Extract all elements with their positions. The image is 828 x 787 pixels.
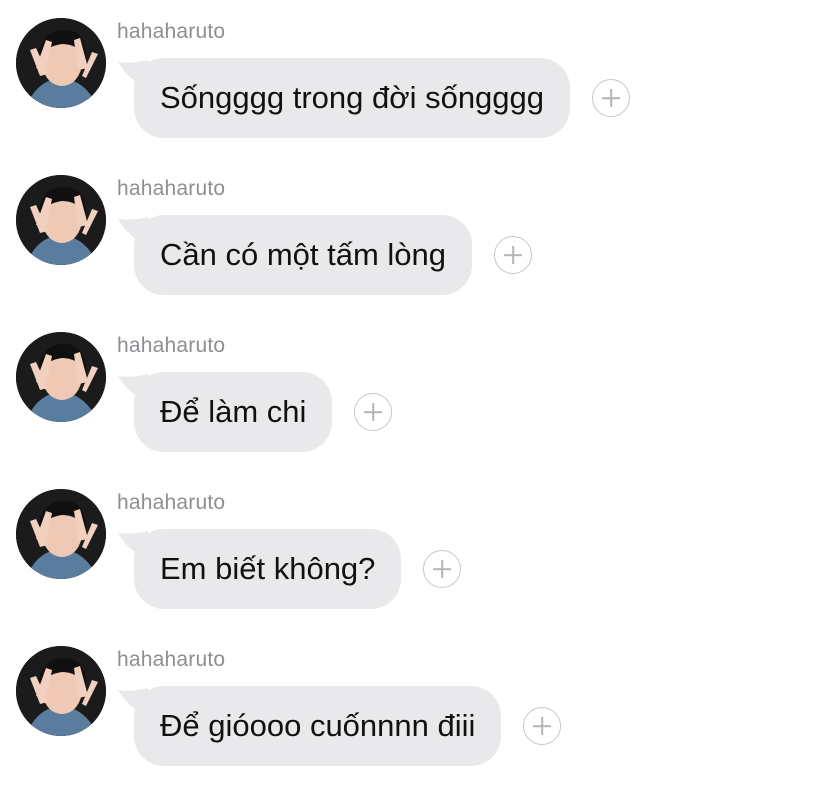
add-reaction-plus-icon[interactable] xyxy=(592,79,631,117)
sender-name: hahaharuto xyxy=(117,20,226,43)
bubble-tail xyxy=(118,531,148,559)
message-bubble[interactable]: Để gióooo cuốnnnn điii xyxy=(134,686,502,766)
avatar[interactable] xyxy=(16,18,106,108)
bubble-tail xyxy=(118,688,148,716)
message-bubble[interactable]: Để làm chi xyxy=(134,372,333,452)
message-bubble-group: Sốngggg trong đời sốngggg xyxy=(118,58,631,138)
message-row: hahaharuto Em biết không? xyxy=(0,471,828,628)
add-reaction-plus-icon[interactable] xyxy=(354,393,393,431)
message-row: hahaharuto Để làm chi xyxy=(0,314,828,471)
message-bubble-group: Để làm chi xyxy=(118,372,393,452)
message-bubble[interactable]: Cần có một tấm lòng xyxy=(134,215,473,295)
avatar[interactable] xyxy=(16,332,106,422)
message-bubble-group: Cần có một tấm lòng xyxy=(118,215,533,295)
message-row: hahaharuto Để gióooo cuốnnnn điii xyxy=(0,628,828,785)
message-bubble-group: Em biết không? xyxy=(118,529,462,609)
message-bubble[interactable]: Sốngggg trong đời sốngggg xyxy=(134,58,571,138)
bubble-tail xyxy=(118,217,148,245)
sender-name: hahaharuto xyxy=(117,491,226,514)
sender-name: hahaharuto xyxy=(117,648,226,671)
add-reaction-plus-icon[interactable] xyxy=(523,707,562,745)
sender-name: hahaharuto xyxy=(117,177,226,200)
add-reaction-plus-icon[interactable] xyxy=(423,550,462,588)
avatar[interactable] xyxy=(16,175,106,265)
sender-name: hahaharuto xyxy=(117,334,226,357)
add-reaction-plus-icon[interactable] xyxy=(494,236,533,274)
bubble-tail xyxy=(118,374,148,402)
message-row: hahaharuto Cần có một tấm lòng xyxy=(0,157,828,314)
message-bubble-group: Để gióooo cuốnnnn điii xyxy=(118,686,562,766)
avatar[interactable] xyxy=(16,489,106,579)
avatar[interactable] xyxy=(16,646,106,736)
bubble-tail xyxy=(118,60,148,88)
message-bubble[interactable]: Em biết không? xyxy=(134,529,402,609)
message-row: hahaharuto Sốngggg trong đời sốngggg xyxy=(0,0,828,157)
